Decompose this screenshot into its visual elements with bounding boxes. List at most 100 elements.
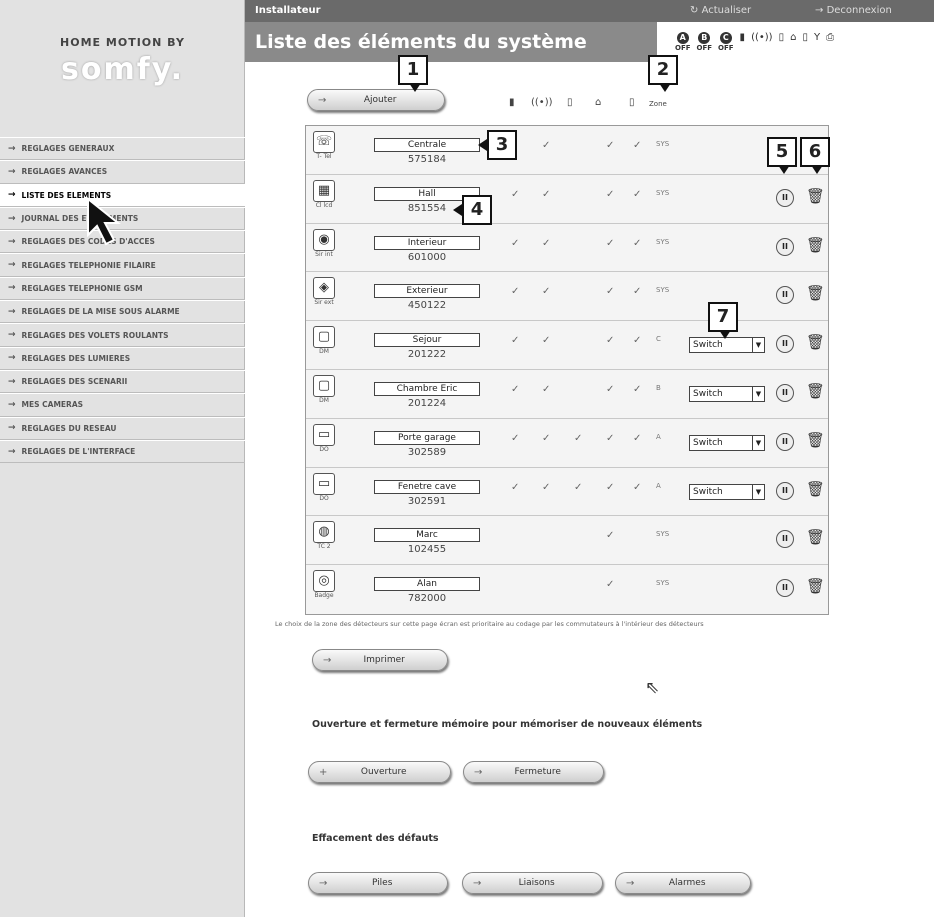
device-name-field[interactable]: Exterieur — [374, 284, 480, 299]
device-type-label: Sir ext — [314, 299, 334, 307]
print-button[interactable]: → Imprimer — [312, 649, 448, 671]
check-icon: ✓ — [511, 432, 520, 444]
pause-button[interactable]: II — [776, 188, 794, 207]
check-icon: ✓ — [606, 432, 615, 444]
sidebar-menu: → REGLAGES GENERAUX → REGLAGES AVANCES → LIST… — [0, 137, 245, 464]
zone-value: SYS — [656, 237, 670, 246]
sidebar-item-reglages-telephonie-filaire[interactable]: → REGLAGES TELEPHONIE FILAIRE — [0, 253, 245, 277]
check-icon: ✓ — [511, 383, 520, 395]
pause-button[interactable]: II — [776, 237, 794, 256]
device-name-field[interactable]: Marc — [374, 528, 480, 543]
pause-button[interactable]: II — [776, 481, 794, 500]
sidebar-item-reglages-des-scenarii[interactable]: → REGLAGES DES SCENARII — [0, 369, 245, 394]
status-bar: A OFF B OFF C OFF ▮ ((•)) ▯ ⌂ ▯ Y ⎙ — [675, 32, 834, 60]
check-icon: ✓ — [574, 481, 583, 493]
device-name-field[interactable]: Interieur — [374, 235, 480, 250]
device-name-field[interactable]: Porte garage — [374, 430, 480, 445]
device-type-label: Badge — [314, 592, 334, 600]
device-type-label: Sir int — [315, 250, 333, 258]
learn-section-title: Ouverture et fermeture mémoire pour mémo… — [312, 719, 703, 730]
device-type-label: DM — [319, 348, 329, 356]
delete-button[interactable]: 🗑 — [806, 577, 825, 595]
check-icon: ✓ — [606, 140, 615, 151]
sidebar-item-mes-cameras[interactable]: → MES CAMERAS — [0, 393, 245, 417]
pause-button[interactable]: II — [776, 579, 794, 598]
mode-select-value: Switch — [693, 340, 723, 351]
pause-button[interactable]: II — [776, 383, 794, 402]
check-icon: ✓ — [633, 188, 642, 200]
open-memory-label: Ouverture — [360, 767, 407, 777]
delete-button[interactable]: 🗑 — [806, 431, 825, 449]
device-name-field[interactable]: Fenetre cave — [374, 479, 480, 494]
mode-select[interactable]: Switch ▼ — [689, 434, 765, 451]
clear-batteries-button[interactable]: → Piles — [308, 872, 448, 894]
device-name-field[interactable]: Sejour — [374, 333, 480, 348]
sidebar-item-reglages-telephonie-gsm[interactable]: → REGLAGES TELEPHONIE GSM — [0, 276, 245, 301]
zone-value: SYS — [656, 530, 670, 539]
check-icon: ✓ — [633, 237, 642, 249]
arrow-right-icon: → — [474, 766, 483, 778]
chevron-down-icon: ▼ — [752, 338, 764, 353]
mode-select[interactable]: Switch ▼ — [689, 337, 765, 354]
sidebar-item-label: REGLAGES DES SCENARII — [21, 377, 128, 387]
add-button[interactable]: → Ajouter — [307, 89, 445, 111]
arrow-right-icon: → — [8, 446, 16, 457]
logout-link[interactable]: → Deconnexion — [815, 5, 892, 16]
pause-button[interactable]: II — [776, 530, 794, 549]
delete-button[interactable]: 🗑 — [806, 333, 825, 351]
clear-alarms-button[interactable]: → Alarmes — [615, 872, 751, 894]
device-id: 102455 — [407, 544, 447, 556]
mode-select[interactable]: Switch ▼ — [689, 483, 765, 500]
zone-c-letter: C — [719, 32, 732, 44]
device-id: 575184 — [407, 154, 447, 165]
sidebar-item-reglages-des-volets-roulants[interactable]: → REGLAGES DES VOLETS ROULANTS — [0, 323, 245, 347]
mode-select[interactable]: Switch ▼ — [689, 385, 765, 402]
sidebar-item-reglages-de-l-interface[interactable]: → REGLAGES DE L'INTERFACE — [0, 439, 245, 464]
device-name-field[interactable]: Alan — [374, 577, 480, 592]
delete-button[interactable]: 🗑 — [806, 284, 825, 302]
open-memory-button[interactable]: + Ouverture — [308, 761, 451, 783]
sidebar-item-reglages-du-reseau[interactable]: → REGLAGES DU RESEAU — [0, 416, 245, 440]
table-row: ◎ Badge Alan 782000 ✓ SYS II 🗑 — [306, 565, 828, 614]
zone-c-status: C OFF — [718, 32, 734, 53]
delete-button[interactable]: 🗑 — [806, 187, 825, 205]
pause-button[interactable]: II — [776, 432, 794, 451]
sidebar-item-reglages-de-la-mise-sous-alarme[interactable]: → REGLAGES DE LA MISE SOUS ALARME — [0, 300, 245, 324]
check-icon: ✓ — [542, 383, 551, 395]
battery-column-icon: ▮ — [509, 97, 515, 108]
zone-c-state: OFF — [718, 44, 734, 52]
house-column-icon: ⌂ — [595, 97, 602, 108]
device-type: ▢ DM — [310, 374, 338, 415]
arrow-right-icon: → — [8, 166, 16, 177]
device-type-label: DO — [319, 445, 329, 453]
delete-button[interactable]: 🗑 — [806, 528, 825, 546]
device-name-field[interactable]: Chambre Eric — [374, 381, 480, 396]
somfy-logo: somfy. — [61, 52, 184, 87]
table-row: ▭ DO Porte garage 302589 ✓ ✓ ✓ ✓ ✓ A Switch ▼ II 🗑 — [306, 419, 828, 468]
zone-value: SYS — [656, 286, 670, 295]
sidebar-item-reglages-generaux[interactable]: → REGLAGES GENERAUX — [0, 137, 245, 161]
clear-links-button[interactable]: → Liaisons — [462, 872, 603, 894]
tamper-column-icon: ▯ — [567, 97, 573, 108]
device-type: ◎ Badge — [310, 570, 338, 610]
device-id: 782000 — [407, 593, 447, 605]
check-icon: ✓ — [542, 237, 551, 249]
delete-button[interactable]: 🗑 — [806, 480, 825, 498]
sidebar-item-reglages-avances[interactable]: → REGLAGES AVANCES — [0, 160, 245, 184]
delete-button[interactable]: 🗑 — [806, 382, 825, 400]
pause-button[interactable]: II — [776, 335, 794, 354]
door-sensor-icon: ▭ — [313, 472, 335, 495]
sidebar-item-label: REGLAGES DES VOLETS ROULANTS — [21, 330, 169, 340]
close-memory-button[interactable]: → Fermeture — [463, 761, 604, 783]
pause-button[interactable]: II — [776, 286, 794, 305]
radio-icon: ((•)) — [751, 32, 773, 43]
refresh-link[interactable]: ↻ Actualiser — [690, 5, 751, 16]
sidebar-item-reglages-des-lumieres[interactable]: → REGLAGES DES LUMIERES — [0, 346, 245, 370]
delete-button[interactable]: 🗑 — [806, 236, 825, 254]
sidebar-item-label: REGLAGES DE L'INTERFACE — [21, 447, 136, 456]
device-name-field[interactable]: Centrale — [374, 138, 480, 152]
sidebar-item-label: REGLAGES GENERAUX — [21, 144, 115, 154]
callout-5: 5 — [767, 137, 797, 174]
arrow-right-icon: → — [8, 353, 16, 364]
table-row: ◈ Sir ext Exterieur 450122 ✓ ✓ ✓ ✓ SYS II 🗑 — [306, 272, 828, 322]
